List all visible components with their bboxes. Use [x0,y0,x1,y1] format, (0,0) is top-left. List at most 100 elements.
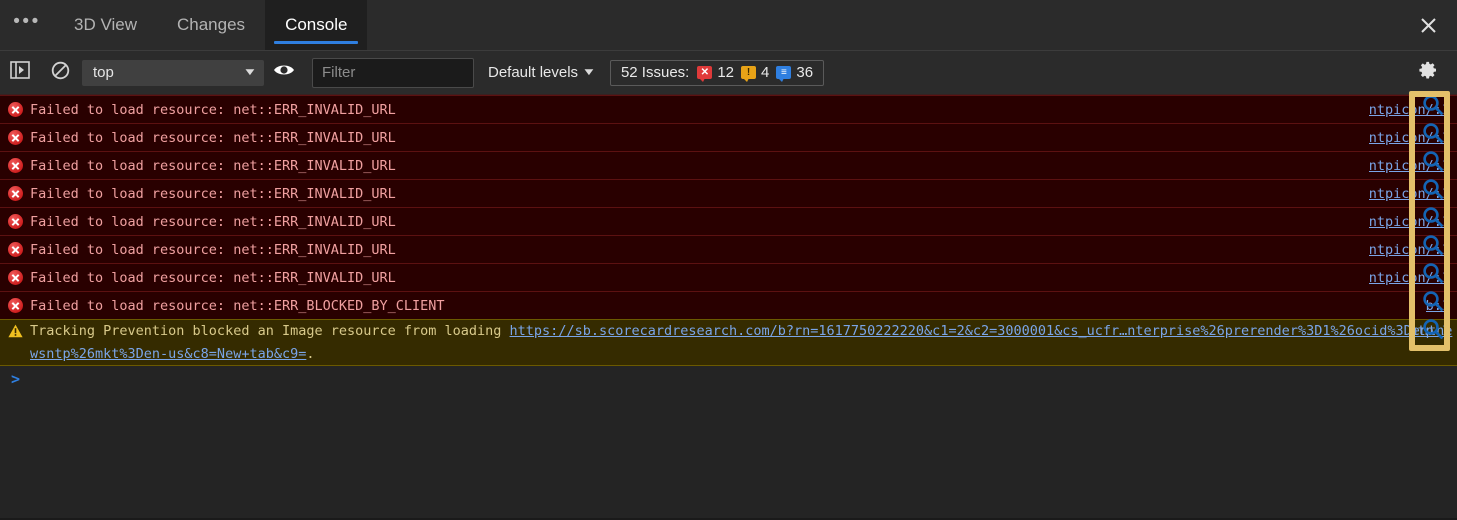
issues-error-badge: ✕ 12 [697,64,735,82]
warning-suffix: . [306,346,315,362]
error-bubble-icon: ✕ [697,66,713,82]
console-message-text: Failed to load resource: net::ERR_INVALI… [30,157,396,174]
context-select-value: top [93,64,114,81]
magnifier-button[interactable] [1415,119,1451,147]
console-message-text: Failed to load resource: net::ERR_INVALI… [30,101,396,118]
error-icon-wrapper [0,130,30,145]
tab-3d-view[interactable]: 3D View [54,0,157,50]
magnifier-icon [1422,122,1444,144]
magnifier-icon [1422,206,1444,228]
issues-summary-label: 52 Issues: [620,64,690,81]
issues-info-count: 36 [796,64,814,81]
console-message-row[interactable]: Failed to load resource: net::ERR_INVALI… [0,207,1457,235]
console-warning-row[interactable]: Tracking Prevention blocked an Image res… [0,319,1457,366]
chevron-down-icon: ▼ [242,67,258,78]
error-icon-wrapper [0,214,30,229]
tab-label: Changes [177,15,246,34]
filter-placeholder: Filter [322,64,356,81]
error-icon-wrapper [0,242,30,257]
devtools-settings-button[interactable] [1399,51,1457,94]
log-levels-label: Default levels [488,64,579,81]
console-toolbar: top ▼ Filter Default levels ▼ 52 Issues:… [0,51,1457,95]
error-icon [7,186,23,201]
issues-warning-badge: ! 4 [741,64,770,82]
console-message-text: Failed to load resource: net::ERR_INVALI… [30,241,396,258]
magnifier-icon [1422,178,1444,200]
issues-counter[interactable]: 52 Issues: ✕ 12 ! 4 ≡ 36 [609,59,825,86]
warning-icon-wrapper [0,320,30,345]
error-icon [7,298,23,313]
console-message-text: Failed to load resource: net::ERR_INVALI… [30,269,396,286]
console-message-text: Failed to load resource: net::ERR_INVALI… [30,185,396,202]
error-icon-wrapper [0,270,30,285]
magnifier-button[interactable] [1415,315,1451,343]
console-message-row[interactable]: Failed to load resource: net::ERR_INVALI… [0,179,1457,207]
gear-icon [1418,60,1438,85]
tab-console[interactable]: Console [265,0,368,50]
close-devtools-button[interactable] [1399,0,1457,50]
more-tabs-label: ••• [13,11,41,32]
magnifier-icon [1422,150,1444,172]
devtools-panel: ••• 3D View Changes Console top ▼ Filter… [0,0,1457,520]
error-icon-wrapper [0,158,30,173]
magnifier-icon [1422,318,1444,340]
issues-warning-count: 4 [761,64,770,81]
info-bubble-icon: ≡ [776,66,792,82]
issues-error-count: 12 [717,64,735,81]
console-message-row[interactable]: Failed to load resource: net::ERR_INVALI… [0,95,1457,123]
console-message-row[interactable]: Failed to load resource: net::ERR_INVALI… [0,263,1457,291]
warning-triangle-icon [7,324,23,342]
prompt-chevron-icon: > [11,370,21,388]
devtools-tabbar: ••• 3D View Changes Console [0,0,1457,51]
magnifier-button[interactable] [1415,91,1451,119]
clear-console-icon [51,61,70,85]
magnifier-button[interactable] [1415,231,1451,259]
magnifier-button[interactable] [1415,287,1451,315]
console-warning-text: Tracking Prevention blocked an Image res… [30,320,1457,366]
magnifier-icon [1422,94,1444,116]
error-icon-wrapper [0,298,30,313]
console-sidebar-toggle-button[interactable] [0,51,40,94]
magnifier-column [1415,91,1451,351]
magnifier-icon [1422,262,1444,284]
clear-console-button[interactable] [40,51,80,94]
tab-changes[interactable]: Changes [157,0,265,50]
warning-prefix: Tracking Prevention blocked an Image res… [30,323,510,339]
error-icon [7,242,23,257]
error-icon [7,158,23,173]
console-message-list: Failed to load resource: net::ERR_INVALI… [0,95,1457,392]
error-icon [7,130,23,145]
magnifier-button[interactable] [1415,259,1451,287]
error-icon [7,270,23,285]
warning-bubble-icon: ! [741,66,757,82]
console-message-row[interactable]: Failed to load resource: net::ERR_INVALI… [0,235,1457,263]
log-levels-select[interactable]: Default levels ▼ [488,64,596,81]
console-message-text: Failed to load resource: net::ERR_BLOCKE… [30,297,445,314]
warning-url-line1[interactable]: https://sb.scorecardresearch.com/b?rn=16… [510,323,1193,339]
javascript-context-select[interactable]: top ▼ [82,59,264,86]
tabbar-spacer [367,0,1399,50]
filter-input[interactable]: Filter [312,57,474,88]
console-message-row[interactable]: Failed to load resource: net::ERR_INVALI… [0,151,1457,179]
magnifier-icon [1422,234,1444,256]
magnifier-button[interactable] [1415,203,1451,231]
console-sidebar-icon [10,61,30,84]
console-message-text: Failed to load resource: net::ERR_INVALI… [30,213,396,230]
magnifier-button[interactable] [1415,147,1451,175]
console-prompt[interactable]: > [0,366,1457,392]
console-message-text: Failed to load resource: net::ERR_INVALI… [30,129,396,146]
close-icon [1419,16,1438,35]
eye-icon [273,62,295,83]
magnifier-button[interactable] [1415,175,1451,203]
tab-label: Console [285,15,348,34]
more-tabs-button[interactable]: ••• [0,0,54,50]
error-icon [7,214,23,229]
issues-info-badge: ≡ 36 [776,64,814,82]
error-icon [7,102,23,117]
console-message-row[interactable]: Failed to load resource: net::ERR_BLOCKE… [0,291,1457,319]
live-expression-button[interactable] [264,51,304,94]
tab-label: 3D View [74,15,137,34]
error-icon-wrapper [0,186,30,201]
error-icon-wrapper [0,102,30,117]
console-message-row[interactable]: Failed to load resource: net::ERR_INVALI… [0,123,1457,151]
